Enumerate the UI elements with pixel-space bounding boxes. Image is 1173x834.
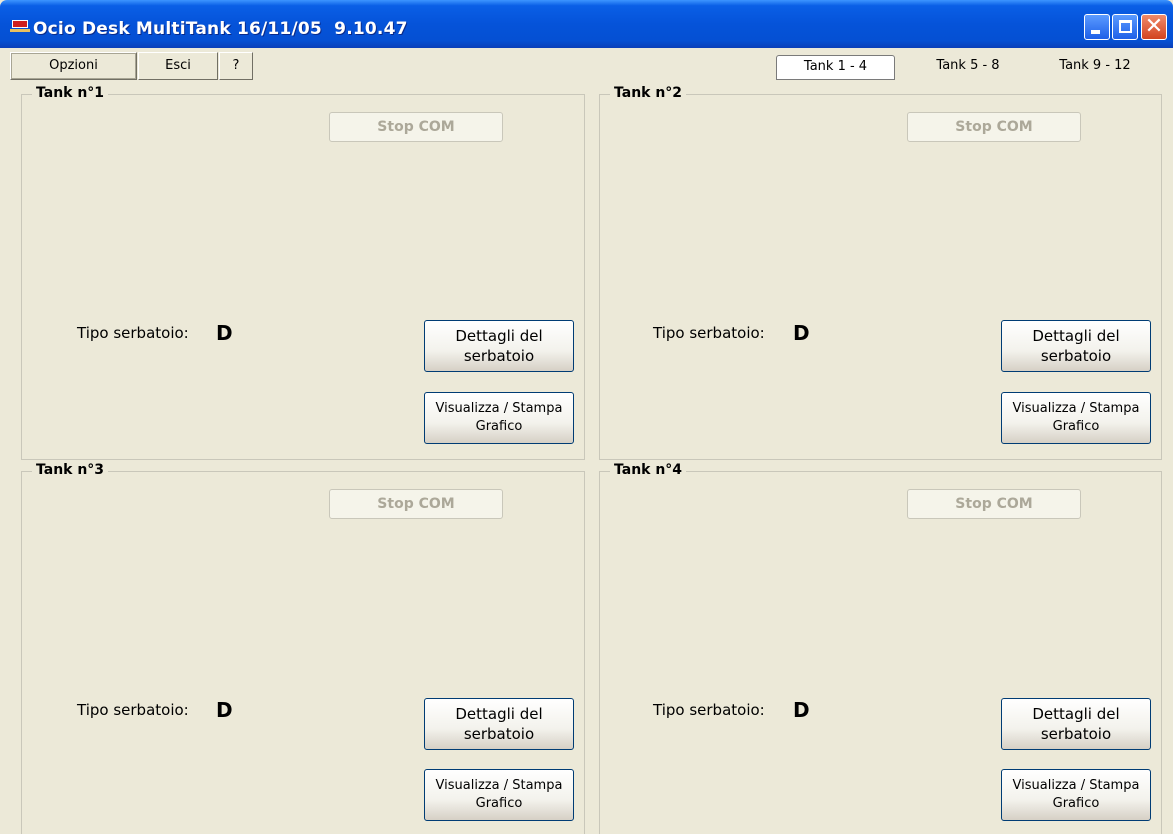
tank-4-tipo-value: D <box>793 698 810 722</box>
tank-4-graph-line1: Visualizza / Stampa <box>1012 778 1140 793</box>
tank-3-graph-button[interactable]: Visualizza / Stampa Grafico <box>424 769 574 821</box>
maximize-icon <box>1119 20 1132 33</box>
tank-4-title: Tank n°4 <box>610 462 687 478</box>
close-icon: ✕ <box>1144 14 1164 39</box>
tank-4-details-line2: serbatoio <box>1040 725 1112 743</box>
tank-4-tipo-label: Tipo serbatoio: <box>653 701 765 719</box>
tank-3-tipo-label: Tipo serbatoio: <box>77 701 189 719</box>
tank-1-stop-com-button[interactable]: Stop COM <box>329 112 503 142</box>
tank-4-details-line1: Dettagli del <box>1032 705 1120 723</box>
tab-tank-1-4[interactable]: Tank 1 - 4 <box>776 55 895 80</box>
tank-1-graph-button[interactable]: Visualizza / Stampa Grafico <box>424 392 574 444</box>
tank-2-graph-line2: Grafico <box>1052 419 1100 434</box>
close-button[interactable]: ✕ <box>1141 14 1167 40</box>
minimize-button[interactable] <box>1084 14 1110 40</box>
tank-2-tipo-value: D <box>793 321 810 345</box>
tank-1-tipo-label: Tipo serbatoio: <box>77 324 189 342</box>
tank-4-details-button[interactable]: Dettagli del serbatoio <box>1001 698 1151 750</box>
tank-1-details-line1: Dettagli del <box>455 327 543 345</box>
tank-3-panel: Tank n°3 Stop COM Tipo serbatoio: D Dett… <box>21 462 585 834</box>
tank-1-title: Tank n°1 <box>32 85 109 101</box>
tank-2-tipo-label: Tipo serbatoio: <box>653 324 765 342</box>
tank-4-graph-button[interactable]: Visualizza / Stampa Grafico <box>1001 769 1151 821</box>
tab-tank-5-8[interactable]: Tank 5 - 8 <box>920 55 1016 78</box>
tank-2-details-button[interactable]: Dettagli del serbatoio <box>1001 320 1151 372</box>
help-button[interactable]: ? <box>219 52 253 80</box>
tank-1-graph-line1: Visualizza / Stampa <box>435 401 563 416</box>
tank-3-tipo-value: D <box>216 698 233 722</box>
tank-4-panel: Tank n°4 Stop COM Tipo serbatoio: D Dett… <box>599 462 1162 834</box>
tank-2-stop-com-button[interactable]: Stop COM <box>907 112 1081 142</box>
esci-button[interactable]: Esci <box>138 52 218 80</box>
tank-3-title: Tank n°3 <box>32 462 109 478</box>
tank-3-graph-line2: Grafico <box>475 796 523 811</box>
tank-1-details-line2: serbatoio <box>463 347 535 365</box>
opzioni-button[interactable]: Opzioni <box>10 52 137 80</box>
tank-3-details-line2: serbatoio <box>463 725 535 743</box>
tank-3-details-button[interactable]: Dettagli del serbatoio <box>424 698 574 750</box>
tab-tank-9-12[interactable]: Tank 9 - 12 <box>1040 55 1150 78</box>
tank-2-graph-button[interactable]: Visualizza / Stampa Grafico <box>1001 392 1151 444</box>
tank-2-panel: Tank n°2 Stop COM Tipo serbatoio: D Dett… <box>599 85 1162 460</box>
tank-4-stop-com-button[interactable]: Stop COM <box>907 489 1081 519</box>
tank-3-details-line1: Dettagli del <box>455 705 543 723</box>
tank-1-panel: Tank n°1 Stop COM Tipo serbatoio: D Dett… <box>21 85 585 460</box>
app-icon <box>10 20 30 34</box>
window-title: Ocio Desk MultiTank 16/11/05 9.10.47 <box>33 19 408 39</box>
tank-2-details-line1: Dettagli del <box>1032 327 1120 345</box>
tank-1-details-button[interactable]: Dettagli del serbatoio <box>424 320 574 372</box>
tank-1-graph-line2: Grafico <box>475 419 523 434</box>
minimize-icon <box>1091 30 1100 34</box>
tank-2-title: Tank n°2 <box>610 85 687 101</box>
app-window: Ocio Desk MultiTank 16/11/05 9.10.47 ✕ O… <box>0 0 1173 834</box>
title-bar[interactable]: Ocio Desk MultiTank 16/11/05 9.10.47 ✕ <box>0 0 1173 48</box>
tank-3-stop-com-button[interactable]: Stop COM <box>329 489 503 519</box>
tank-3-graph-line1: Visualizza / Stampa <box>435 778 563 793</box>
tank-2-graph-line1: Visualizza / Stampa <box>1012 401 1140 416</box>
tank-1-tipo-value: D <box>216 321 233 345</box>
tank-2-details-line2: serbatoio <box>1040 347 1112 365</box>
tank-4-graph-line2: Grafico <box>1052 796 1100 811</box>
maximize-button[interactable] <box>1112 14 1138 40</box>
